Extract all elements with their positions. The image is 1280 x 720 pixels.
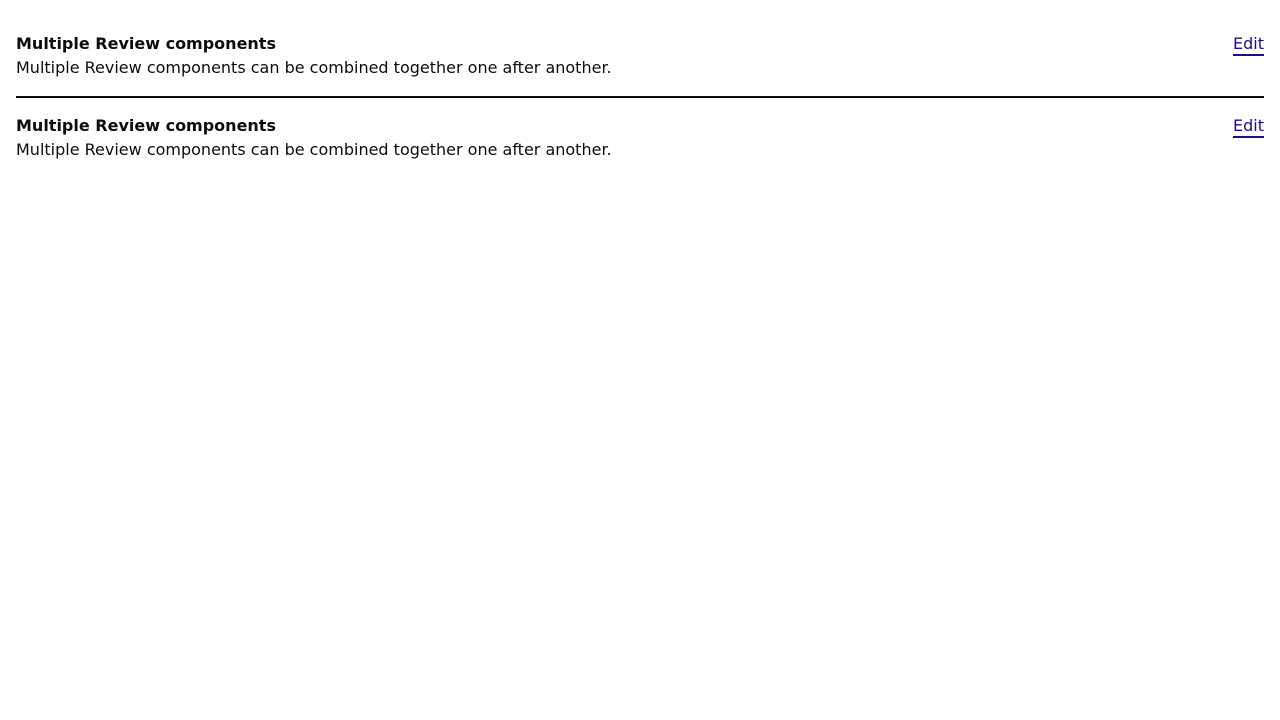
review-item: Multiple Review components Multiple Revi…: [16, 0, 1264, 98]
review-description: Multiple Review components can be combin…: [16, 58, 612, 77]
review-title: Multiple Review components: [16, 34, 276, 53]
review-description: Multiple Review components can be combin…: [16, 140, 612, 159]
review-list: Multiple Review components Multiple Revi…: [16, 0, 1264, 180]
review-item: Multiple Review components Multiple Revi…: [16, 98, 1264, 180]
edit-link[interactable]: Edit: [1233, 116, 1264, 138]
edit-link[interactable]: Edit: [1233, 34, 1264, 56]
review-title: Multiple Review components: [16, 116, 276, 135]
